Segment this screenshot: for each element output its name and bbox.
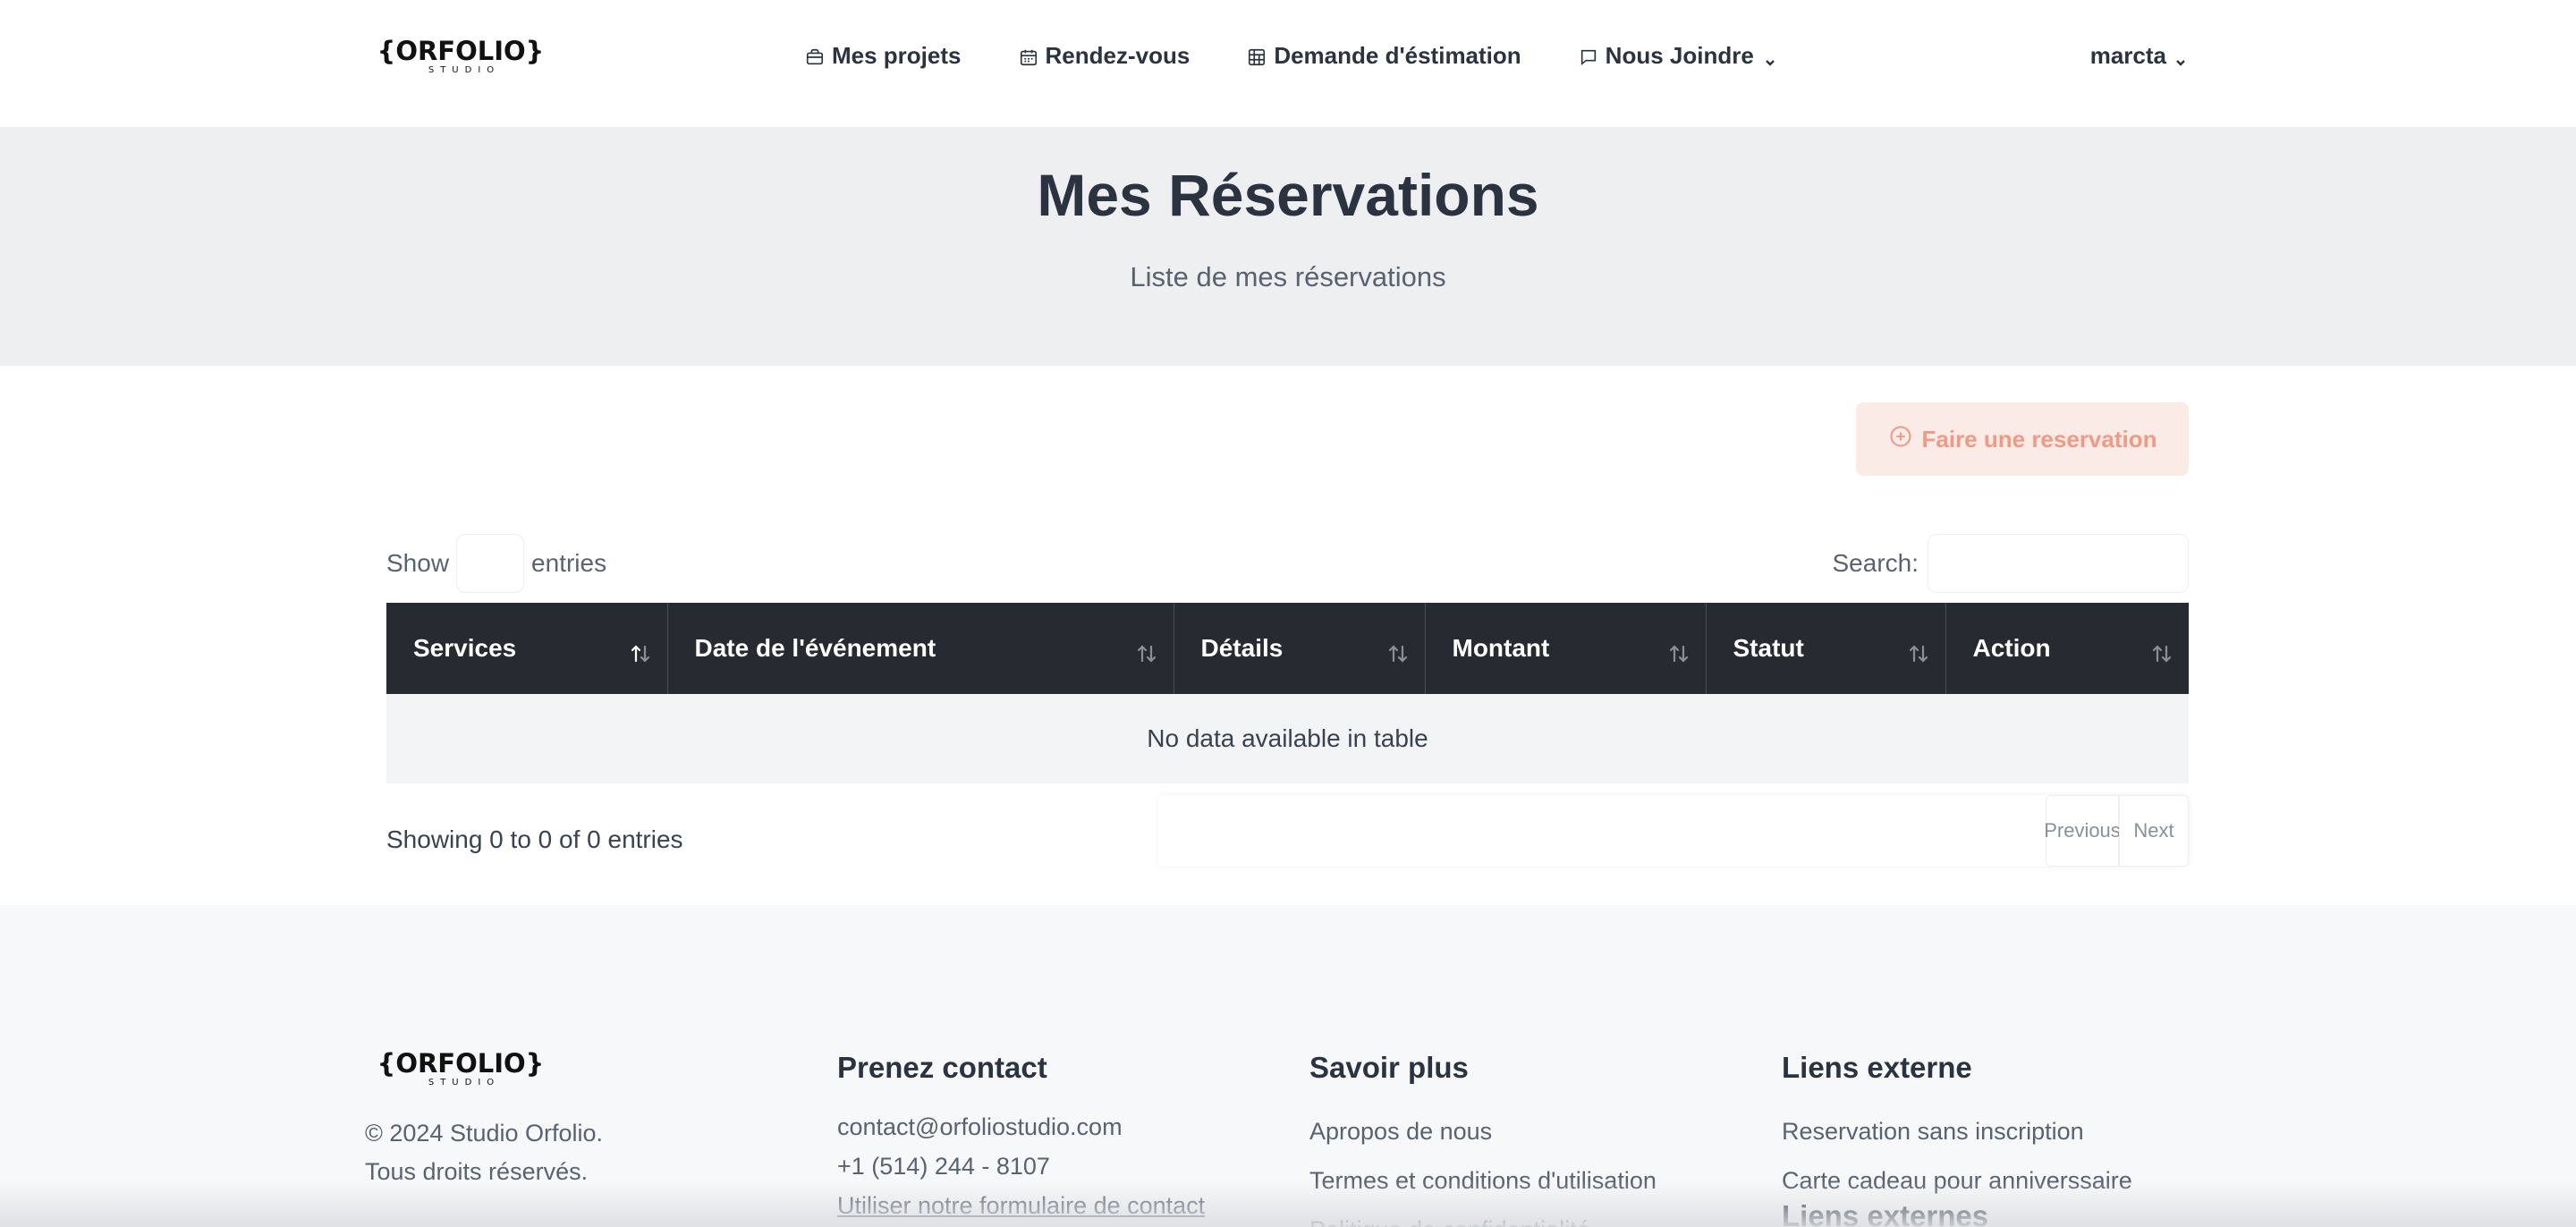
nav-item-mes-projets[interactable]: Mes projets [805, 42, 962, 70]
footer-contact-column: Prenez contact contact@orfoliostudio.com… [837, 1050, 1205, 1225]
entries-length-control: Show entries [386, 534, 606, 593]
calculator-icon [1247, 46, 1267, 66]
footer-heading: Prenez contact [837, 1051, 1047, 1084]
site-footer: {ORFOLIO} STUDIO © 2024 Studio Orfolio. … [0, 905, 2576, 1227]
rights-line: Tous droits réservés. [365, 1158, 589, 1185]
length-suffix: entries [531, 549, 607, 577]
table-row: No data available in table [386, 694, 2189, 783]
contact-phone[interactable]: +1 (514) 244 - 8107 [837, 1147, 1205, 1186]
logo-wordmark: {ORFOLIO} [377, 1048, 545, 1079]
column-header-statut[interactable]: Statut [1706, 603, 1946, 694]
footer-logo[interactable]: {ORFOLIO} STUDIO [377, 1048, 545, 1087]
contact-form-link[interactable]: Utiliser notre formulaire de contact [837, 1186, 1205, 1225]
entries-select[interactable] [456, 534, 525, 593]
footer-link-privacy[interactable]: Politique de confidentialité [1309, 1206, 1657, 1227]
column-header-services[interactable]: Services [386, 603, 668, 694]
make-reservation-button[interactable]: Faire une reservation [1856, 402, 2189, 476]
page-subtitle: Liste de mes réservations [1130, 261, 1446, 292]
footer-heading: Savoir plus [1309, 1051, 1469, 1084]
column-header-date[interactable]: Date de l'événement [667, 603, 1174, 694]
make-reservation-label: Faire une reservation [1921, 425, 2157, 453]
column-header-label: Statut [1733, 634, 1804, 662]
logo-wordmark: {ORFOLIO} [377, 36, 545, 66]
logo-subtitle: STUDIO [428, 65, 501, 75]
previous-page-button[interactable]: Previous [2044, 795, 2121, 867]
sort-icon [1666, 641, 1691, 666]
sort-icon [1906, 641, 1931, 666]
reservations-table: Services Date de l'événement Détails Mon… [386, 603, 2189, 783]
nav-item-label: Rendez-vous [1045, 41, 1191, 69]
column-header-label: Services [413, 634, 517, 662]
logo-subtitle: STUDIO [428, 1078, 501, 1087]
page-title: Mes Réservations [1037, 162, 1539, 228]
main-nav: Mes projets Rendez-vous Demande d'éstima… [805, 36, 1835, 75]
footer-savoir-column: Savoir plus Apropos de nous Termes et co… [1309, 1050, 1657, 1227]
contact-email[interactable]: contact@orfoliostudio.com [837, 1107, 1205, 1147]
nav-item-nous-joindre[interactable]: Nous Joindre [1579, 42, 1777, 70]
main-content: Faire une reservation Show entries Searc… [0, 366, 2576, 905]
footer-copyright: © 2024 Studio Orfolio. Tous droits réser… [365, 1114, 603, 1191]
table-search: Search: [1832, 534, 2189, 593]
footer-heading: Liens externe [1782, 1051, 1972, 1084]
next-page-button[interactable]: Next [2119, 795, 2189, 867]
column-header-action[interactable]: Action [1945, 603, 2189, 694]
chevron-down-icon [2174, 48, 2188, 66]
user-menu[interactable]: marcta [2090, 36, 2188, 75]
footer-link-reservation[interactable]: Reservation sans inscription [1782, 1107, 2132, 1156]
pagination: Previous Next [1158, 795, 2189, 867]
column-header-label: Action [1972, 634, 2051, 662]
page-hero: Mes Réservations Liste de mes réservatio… [0, 127, 2576, 366]
sort-icon [1385, 641, 1411, 666]
table-header-row: Services Date de l'événement Détails Mon… [386, 603, 2189, 694]
column-header-label: Montant [1452, 634, 1550, 662]
nav-item-estimation[interactable]: Demande d'éstimation [1247, 42, 1521, 70]
footer-link-apropos[interactable]: Apropos de nous [1309, 1107, 1657, 1156]
column-header-montant[interactable]: Montant [1425, 603, 1707, 694]
empty-table-message: No data available in table [386, 694, 2189, 783]
copyright-line: © 2024 Studio Orfolio. [365, 1120, 604, 1147]
brand-logo[interactable]: {ORFOLIO} STUDIO [377, 36, 545, 75]
top-navbar: {ORFOLIO} STUDIO Mes projets Rendez-vous… [0, 0, 2576, 127]
user-name: marcta [2089, 41, 2166, 69]
nav-item-label: Nous Joindre [1605, 41, 1754, 69]
column-header-label: Détails [1200, 634, 1284, 662]
chat-icon [1579, 46, 1598, 66]
table-info: Showing 0 to 0 of 0 entries [386, 825, 683, 853]
footer-link-terms[interactable]: Termes et conditions d'utilisation [1309, 1156, 1657, 1206]
plus-circle-icon [1888, 424, 1913, 455]
calendar-icon [1019, 46, 1038, 66]
search-label: Search: [1832, 549, 1919, 577]
chevron-down-icon [1763, 48, 1777, 66]
search-input[interactable] [1928, 534, 2189, 593]
sort-icon [1134, 641, 1159, 666]
sort-icon [2149, 641, 2174, 666]
nav-item-label: Demande d'éstimation [1274, 41, 1521, 69]
column-header-label: Date de l'événement [694, 634, 936, 662]
length-prefix: Show [386, 549, 450, 577]
nav-item-label: Mes projets [832, 41, 962, 69]
nav-item-rendez-vous[interactable]: Rendez-vous [1019, 41, 1191, 70]
sort-asc-icon [628, 641, 653, 666]
column-header-details[interactable]: Détails [1174, 603, 1426, 694]
briefcase-icon [805, 46, 825, 65]
footer-liens-column: Liens externe Reservation sans inscripti… [1782, 1050, 2132, 1227]
